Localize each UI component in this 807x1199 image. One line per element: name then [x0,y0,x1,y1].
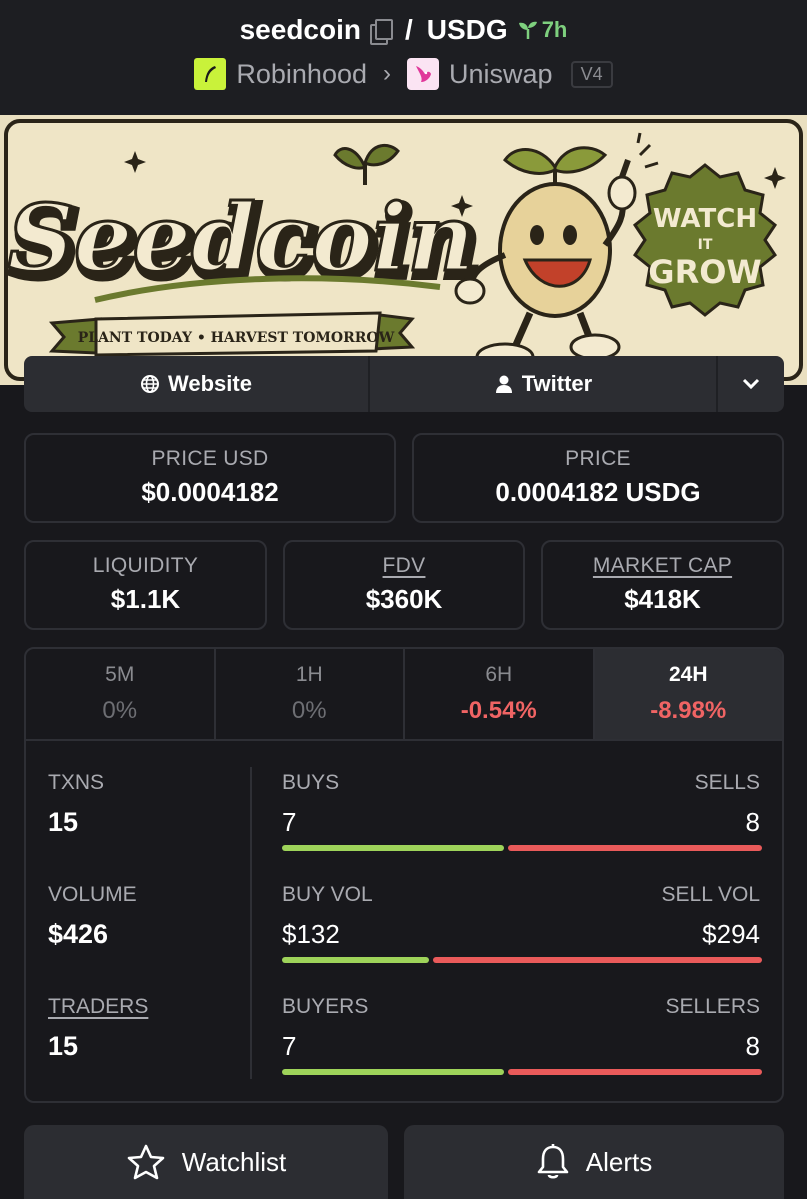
pair-header: seedcoin / USDG 7h Robinhood › Uniswap V… [0,0,807,115]
tab-24h[interactable]: 24H -8.98% [594,649,782,739]
sellers-bar [508,1069,762,1075]
buys-value: 7 [282,807,297,837]
uniswap-logo-icon [407,58,440,90]
globe-icon [141,375,160,393]
sell-vol-bar [433,957,762,963]
sells-label: SELLS [694,771,760,794]
period-change: 0% [291,697,327,724]
star-icon [127,1144,165,1180]
pair-separator: / [405,14,413,45]
price-label: PRICE [565,447,631,470]
website-button[interactable]: Website [24,356,370,412]
pair-age-text: 7h [541,17,568,42]
period-tabs: 5M 0% 1H 0% 6H -0.54% 24H -8.98% [26,649,782,741]
twitter-button[interactable]: Twitter [370,356,718,412]
tab-1h[interactable]: 1H 0% [216,649,405,739]
badge-line-3: GROW [648,253,761,291]
version-badge: V4 [570,60,613,88]
buy-vol-label: BUY VOL [282,883,373,906]
breadcrumb: Robinhood › Uniswap V4 [0,58,807,90]
traders-value: 15 [48,1031,79,1061]
pair-age: 7h [518,17,568,43]
price-value: 0.0004182 USDG [495,477,701,507]
quote-symbol: USDG [426,14,508,45]
volume-label: VOLUME [48,883,137,906]
buyers-bar [282,1069,504,1075]
period-label: 6H [485,663,513,686]
period-change: 0% [102,697,138,724]
market-cap-value: $418K [624,584,701,614]
sell-vol-value: $294 [702,919,760,949]
sellers-value: 8 [745,1031,760,1061]
chevron-down-icon [742,378,760,390]
price-quote-box: PRICE 0.0004182 USDG [412,433,784,523]
user-icon [495,375,512,393]
liquidity-value: $1.1K [110,584,181,614]
traders-label[interactable]: TRADERS [48,995,148,1019]
badge-line-1: WATCH [653,204,757,234]
alerts-button[interactable]: Alerts [404,1125,784,1199]
period-change: -0.54% [460,697,537,724]
dex-name[interactable]: Uniswap [449,59,553,90]
website-label: Website [168,371,252,396]
period-label: 1H [295,663,323,686]
buyers-label: BUYERS [282,995,369,1018]
price-usd-label: PRICE USD [151,447,269,470]
watchlist-button[interactable]: Watchlist [24,1125,388,1199]
volume-value: $426 [48,919,109,949]
banner-illustration: Seedcoin Seedcoin PLANT TODAY • HARVEST … [4,119,803,381]
token-symbol: seedcoin [239,14,361,45]
sell-vol-label: SELL VOL [661,883,760,906]
price-usd-box: PRICE USD $0.0004182 [24,433,396,523]
txns-value: 15 [48,807,79,837]
buy-vol-value: $132 [282,919,340,949]
period-label: 5M [105,663,135,686]
copy-icon[interactable] [369,18,393,45]
liquidity-box: LIQUIDITY $1.1K [24,540,267,630]
twitter-label: Twitter [521,371,593,396]
robinhood-logo-icon [194,58,227,90]
social-links-bar: Website Twitter [24,356,784,412]
more-links-button[interactable] [718,356,784,412]
tab-6h[interactable]: 6H -0.54% [405,649,595,739]
sprout-icon [518,21,537,39]
fdv-value: $360K [365,584,443,614]
sells-bar [508,845,762,851]
fdv-label[interactable]: FDV [285,554,523,578]
buys-bar [282,845,504,851]
pair-title: seedcoin / USDG 7h [0,14,807,46]
buy-vol-bar [282,957,429,963]
market-cap-box[interactable]: MARKET CAP $418K [541,540,784,630]
period-change: -8.98% [650,697,727,724]
badge-line-2: IT [698,237,713,253]
chain-name[interactable]: Robinhood [236,59,367,90]
bell-icon [537,1144,569,1179]
fdv-box[interactable]: FDV $360K [283,540,525,630]
txns-label: TXNS [48,771,105,794]
market-cap-label[interactable]: MARKET CAP [543,554,782,578]
watchlist-label: Watchlist [181,1146,287,1177]
chevron-right-icon: › [383,60,392,87]
period-label: 24H [668,663,708,686]
banner-ribbon: PLANT TODAY • HARVEST TOMORROW [78,330,395,346]
buys-label: BUYS [282,771,340,794]
tab-5m[interactable]: 5M 0% [26,649,216,739]
liquidity-label: LIQUIDITY [92,554,199,577]
token-banner: Seedcoin Seedcoin PLANT TODAY • HARVEST … [0,115,807,385]
sells-value: 8 [745,807,760,837]
sellers-label: SELLERS [665,995,760,1018]
price-usd-value: $0.0004182 [141,477,279,507]
alerts-label: Alerts [585,1146,653,1177]
stats-divider [250,767,252,1079]
banner-title: Seedcoin [7,184,474,292]
buyers-value: 7 [282,1031,297,1061]
trading-stats-panel: 5M 0% 1H 0% 6H -0.54% 24H -8.98% TXNS 15… [24,647,784,1103]
